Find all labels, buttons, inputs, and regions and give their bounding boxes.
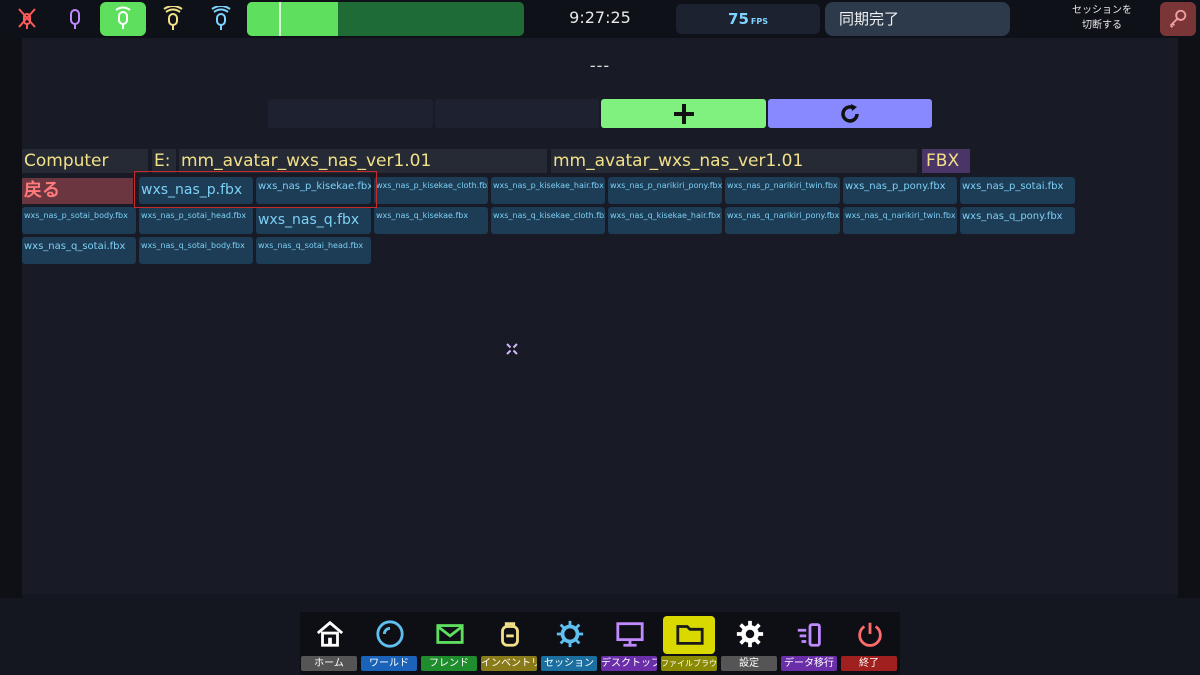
- backpack-icon: [494, 618, 526, 650]
- broadcast-icon: [211, 6, 231, 30]
- file-item[interactable]: wxs_nas_p_pony.fbx: [843, 177, 957, 204]
- dock-session[interactable]: セッション: [540, 612, 598, 672]
- dock-label: ホーム: [301, 656, 357, 671]
- fps-unit: FPS: [750, 17, 768, 26]
- dock-world[interactable]: ワールド: [360, 612, 418, 672]
- dock-desktop[interactable]: デスクトップ: [600, 612, 658, 672]
- file-item[interactable]: wxs_nas_q_narikiri_pony.fbx: [725, 207, 840, 234]
- file-item[interactable]: wxs_nas_p_narikiri_twin.fbx: [725, 177, 840, 204]
- mute-icon: [18, 8, 36, 29]
- dock-file-browser[interactable]: ファイルブラウザ: [660, 612, 718, 672]
- dock-label: 終了: [841, 656, 897, 671]
- voice-mute-button[interactable]: [4, 2, 50, 36]
- frame-right: [1178, 38, 1200, 598]
- whisper-icon: [70, 9, 80, 29]
- dock-exit[interactable]: 終了: [840, 612, 898, 672]
- path-input-slot: [268, 99, 433, 128]
- dock-label: データ移行: [781, 656, 837, 671]
- file-item[interactable]: wxs_nas_p_kisekae_cloth.fbx: [374, 177, 488, 204]
- envelope-icon: [434, 618, 466, 650]
- file-item[interactable]: wxs_nas_q_narikiri_twin.fbx: [843, 207, 957, 234]
- back-button[interactable]: 戻る: [22, 178, 133, 204]
- breadcrumb-computer[interactable]: Computer: [22, 149, 148, 173]
- mic-threshold-marker[interactable]: [279, 2, 281, 36]
- session-disconnect-button[interactable]: [1160, 2, 1196, 36]
- path-input-slot: [435, 99, 599, 128]
- extension-filter[interactable]: FBX: [922, 149, 970, 173]
- voice-normal-button[interactable]: [100, 2, 146, 36]
- dock-label: セッション: [541, 656, 597, 671]
- gear-network-icon: [554, 618, 586, 650]
- voice-whisper-button[interactable]: [52, 2, 98, 36]
- file-browser-panel: [22, 38, 1178, 594]
- refresh-button[interactable]: [768, 99, 932, 128]
- file-item[interactable]: wxs_nas_q_kisekae.fbx: [374, 207, 488, 234]
- shout-icon: [163, 6, 183, 30]
- dock-home[interactable]: ホーム: [300, 612, 358, 672]
- file-item[interactable]: wxs_nas_q.fbx: [256, 207, 371, 234]
- dock-inventory[interactable]: インベントリ: [480, 612, 538, 672]
- monitor-icon: [614, 618, 646, 650]
- file-item[interactable]: wxs_nas_q_sotai_head.fbx: [256, 237, 371, 264]
- voice-shout-button[interactable]: [150, 2, 196, 36]
- normal-icon: [115, 6, 131, 29]
- frame-left: [0, 38, 22, 598]
- clock: 9:27:25: [569, 8, 631, 27]
- key-icon: [1170, 9, 1187, 28]
- dock-friends[interactable]: フレンド: [420, 612, 478, 672]
- breadcrumb-subfolder[interactable]: mm_avatar_wxs_nas_ver1.01: [551, 149, 917, 173]
- file-item[interactable]: wxs_nas_q_kisekae_hair.fbx: [608, 207, 722, 234]
- dock-label: ファイルブラウザ: [661, 656, 717, 671]
- breadcrumb-folder[interactable]: mm_avatar_wxs_nas_ver1.01: [179, 149, 547, 173]
- dock-label: インベントリ: [481, 656, 537, 671]
- dock-data-migration[interactable]: データ移行: [780, 612, 838, 672]
- home-icon: [314, 618, 346, 650]
- file-item[interactable]: wxs_nas_q_kisekae_cloth.fbx: [491, 207, 605, 234]
- file-item[interactable]: wxs_nas_p_sotai_body.fbx: [22, 207, 136, 234]
- settings-icon: [734, 618, 766, 650]
- file-item[interactable]: wxs_nas_p_sotai_head.fbx: [139, 207, 253, 234]
- bottom-dock: ホーム ワールド フレンド インベントリ セッション デスクトップ ファイルブラ…: [300, 612, 900, 675]
- fps-value: 75: [728, 10, 749, 28]
- voice-broadcast-button[interactable]: [198, 2, 244, 36]
- mic-level-meter: [247, 2, 524, 36]
- file-item[interactable]: wxs_nas_q_pony.fbx: [960, 207, 1075, 234]
- dock-label: 設定: [721, 656, 777, 671]
- dock-settings[interactable]: 設定: [720, 612, 778, 672]
- dock-label: ワールド: [361, 656, 417, 671]
- file-item[interactable]: wxs_nas_p_narikiri_pony.fbx: [608, 177, 722, 204]
- selection-highlight: [134, 171, 377, 208]
- session-disconnect-label[interactable]: セッションを 切断する: [1062, 3, 1142, 33]
- file-item[interactable]: wxs_nas_p_sotai.fbx: [960, 177, 1075, 204]
- file-item[interactable]: wxs_nas_q_sotai.fbx: [22, 237, 136, 264]
- plus-icon: [673, 103, 694, 124]
- fps-counter: 75 FPS: [676, 4, 820, 34]
- crosshair-cursor-icon: [506, 343, 518, 355]
- top-bar: 9:27:25 75 FPS 同期完了 セッションを 切断する: [0, 0, 1200, 38]
- folder-icon: [674, 618, 706, 650]
- current-path-text: ---: [589, 56, 611, 75]
- dock-label: フレンド: [421, 656, 477, 671]
- migrate-icon: [794, 618, 826, 650]
- session-disconnect-line1: セッションを: [1072, 5, 1132, 16]
- power-icon: [854, 618, 886, 650]
- file-item[interactable]: wxs_nas_q_sotai_body.fbx: [139, 237, 253, 264]
- mic-level-fill: [247, 2, 339, 36]
- breadcrumb-drive[interactable]: E:: [152, 149, 176, 173]
- sync-status: 同期完了: [825, 2, 1010, 36]
- globe-icon: [374, 618, 406, 650]
- add-button[interactable]: [601, 99, 766, 128]
- refresh-icon: [841, 103, 859, 123]
- file-item[interactable]: wxs_nas_p_kisekae_hair.fbx: [491, 177, 605, 204]
- dock-label: デスクトップ: [601, 656, 657, 671]
- session-disconnect-line2: 切断する: [1082, 20, 1122, 31]
